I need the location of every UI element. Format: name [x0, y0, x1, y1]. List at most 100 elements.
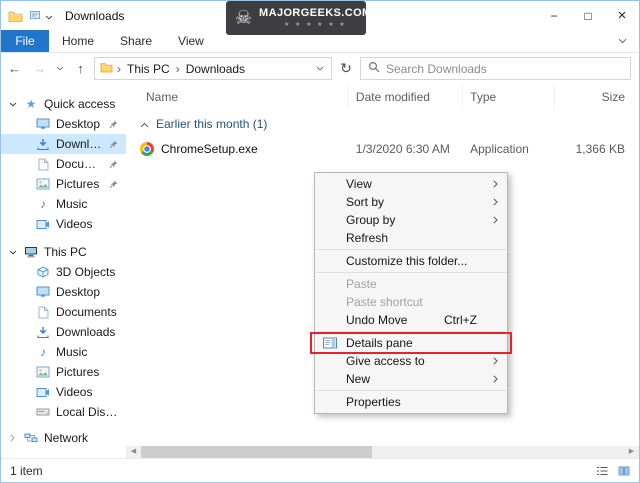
tab-share[interactable]: Share: [107, 30, 165, 52]
menu-item-give-access-to[interactable]: Give access to: [315, 352, 507, 370]
close-button[interactable]: ×: [605, 1, 639, 30]
forward-button[interactable]: →: [28, 61, 51, 76]
videos-icon: [35, 387, 51, 398]
sidebar-label: Music: [56, 345, 88, 359]
chevron-down-icon[interactable]: [7, 250, 18, 255]
qat-customize-chevron-icon[interactable]: [45, 9, 53, 23]
sidebar-label: Pictures: [56, 177, 100, 191]
menu-item-label: View: [346, 177, 372, 191]
sidebar-label: 3D Objects: [56, 265, 116, 279]
menu-item-sort-by[interactable]: Sort by: [315, 193, 507, 211]
chevron-right-icon: [493, 216, 498, 224]
menu-item-label: Properties: [346, 395, 401, 409]
sidebar-item-pictures[interactable]: Pictures: [1, 174, 126, 194]
column-header-size[interactable]: Size: [555, 84, 639, 109]
watermark-title: MAJORGEEKS.COM: [259, 7, 372, 19]
search-icon: [368, 61, 380, 76]
pin-icon: [109, 140, 118, 149]
menu-item-view[interactable]: View: [315, 175, 507, 193]
menu-item-customize-this-folder[interactable]: Customize this folder...: [315, 252, 507, 270]
file-size: 1,366 KB: [575, 142, 625, 156]
chevron-up-icon: [140, 117, 149, 131]
watermark-stars: ★ ★ ★ ★ ★ ★: [284, 22, 347, 28]
up-button[interactable]: ↑: [69, 61, 92, 76]
file-row[interactable]: ChromeSetup.exe 1/3/2020 6:30 AM Applica…: [126, 139, 639, 159]
desktop-icon: [35, 286, 51, 298]
expand-ribbon-chevron-icon[interactable]: [618, 30, 627, 52]
sidebar-label: Videos: [56, 217, 93, 231]
menu-item-undo-move[interactable]: Undo Move Ctrl+Z: [315, 311, 507, 329]
group-header-label: Earlier this month (1): [156, 117, 268, 131]
column-header-type[interactable]: Type: [463, 84, 556, 109]
menu-item-new[interactable]: New: [315, 370, 507, 388]
maximize-button[interactable]: □: [571, 1, 605, 30]
sidebar-section-network[interactable]: Network: [1, 428, 126, 448]
minimize-button[interactable]: −: [537, 1, 571, 30]
scrollbar-thumb[interactable]: [141, 446, 372, 458]
menu-item-details-pane[interactable]: Details pane: [310, 332, 512, 354]
menu-item-label: Undo Move: [346, 313, 408, 327]
menu-item-group-by[interactable]: Group by: [315, 211, 507, 229]
sidebar-item-thispc-pictures[interactable]: Pictures: [1, 362, 126, 382]
sidebar-item-music[interactable]: ♪ Music: [1, 194, 126, 214]
sidebar-item-3d-objects[interactable]: 3D Objects: [1, 262, 126, 282]
sidebar-item-downloads[interactable]: Downloads: [1, 134, 126, 154]
sidebar-item-local-disk[interactable]: Local Disk (C:): [1, 402, 126, 422]
sidebar-section-quick-access[interactable]: ★ Quick access: [1, 94, 126, 114]
horizontal-scrollbar[interactable]: ◀ ▶: [126, 446, 639, 458]
recent-locations-chevron-icon[interactable]: [53, 66, 67, 71]
column-header-name[interactable]: Name: [126, 84, 349, 109]
sidebar-item-thispc-desktop[interactable]: Desktop: [1, 282, 126, 302]
folder-app-icon: [8, 10, 23, 22]
menu-separator: [316, 272, 506, 273]
scroll-right-arrow-icon[interactable]: ▶: [624, 446, 639, 458]
menu-item-refresh[interactable]: Refresh: [315, 229, 507, 247]
status-bar: 1 item: [1, 458, 639, 482]
group-header[interactable]: Earlier this month (1): [126, 115, 639, 133]
network-icon: [23, 432, 39, 444]
chevron-right-icon[interactable]: [7, 434, 18, 442]
sidebar-item-thispc-documents[interactable]: Documents: [1, 302, 126, 322]
menu-item-properties[interactable]: Properties: [315, 393, 507, 411]
address-dropdown-chevron-icon[interactable]: [312, 66, 328, 71]
details-view-button[interactable]: [592, 461, 612, 480]
tab-file[interactable]: File: [1, 30, 49, 52]
search-input[interactable]: [386, 61, 623, 76]
sidebar-item-documents[interactable]: Documents: [1, 154, 126, 174]
large-icons-view-button[interactable]: [614, 461, 634, 480]
tab-home[interactable]: Home: [49, 30, 107, 52]
menu-item-paste: Paste: [315, 275, 507, 293]
breadcrumb-folder-icon: [100, 62, 113, 76]
breadcrumb-this-pc[interactable]: This PC: [125, 62, 172, 76]
chevron-down-icon[interactable]: [7, 102, 18, 107]
qat-properties-icon[interactable]: [30, 9, 40, 23]
file-explorer-window: Downloads − □ × File Home Share View ← →…: [0, 0, 640, 483]
videos-icon: [35, 219, 51, 230]
menu-item-label: Details pane: [346, 336, 413, 350]
breadcrumb-downloads[interactable]: Downloads: [184, 62, 247, 76]
sidebar-item-thispc-downloads[interactable]: Downloads: [1, 322, 126, 342]
column-header-date-modified[interactable]: Date modified: [349, 84, 464, 109]
sidebar-item-desktop[interactable]: Desktop: [1, 114, 126, 134]
item-count: 1 item: [10, 463, 43, 478]
search-box: [360, 57, 631, 80]
downloads-icon: [35, 138, 51, 151]
file-name: ChromeSetup.exe: [161, 142, 258, 156]
tab-view[interactable]: View: [165, 30, 217, 52]
menu-item-shortcut: Ctrl+Z: [444, 313, 477, 327]
sidebar-item-videos[interactable]: Videos: [1, 214, 126, 234]
music-note-icon: ♪: [40, 197, 46, 211]
sidebar-label: Downloads: [56, 137, 104, 151]
breadcrumb[interactable]: › This PC › Downloads: [94, 57, 332, 80]
file-type: Application: [470, 142, 529, 156]
sidebar-item-thispc-videos[interactable]: Videos: [1, 382, 126, 402]
scroll-left-arrow-icon[interactable]: ◀: [126, 446, 141, 458]
menu-item-label: Group by: [346, 213, 396, 227]
chevron-right-icon: [493, 357, 498, 365]
back-button[interactable]: ←: [3, 61, 26, 76]
desktop-icon: [35, 118, 51, 130]
sidebar-section-this-pc[interactable]: This PC: [1, 242, 126, 262]
chevron-right-icon: [493, 375, 498, 383]
sidebar-item-thispc-music[interactable]: ♪ Music: [1, 342, 126, 362]
refresh-button[interactable]: ↻: [334, 60, 358, 77]
